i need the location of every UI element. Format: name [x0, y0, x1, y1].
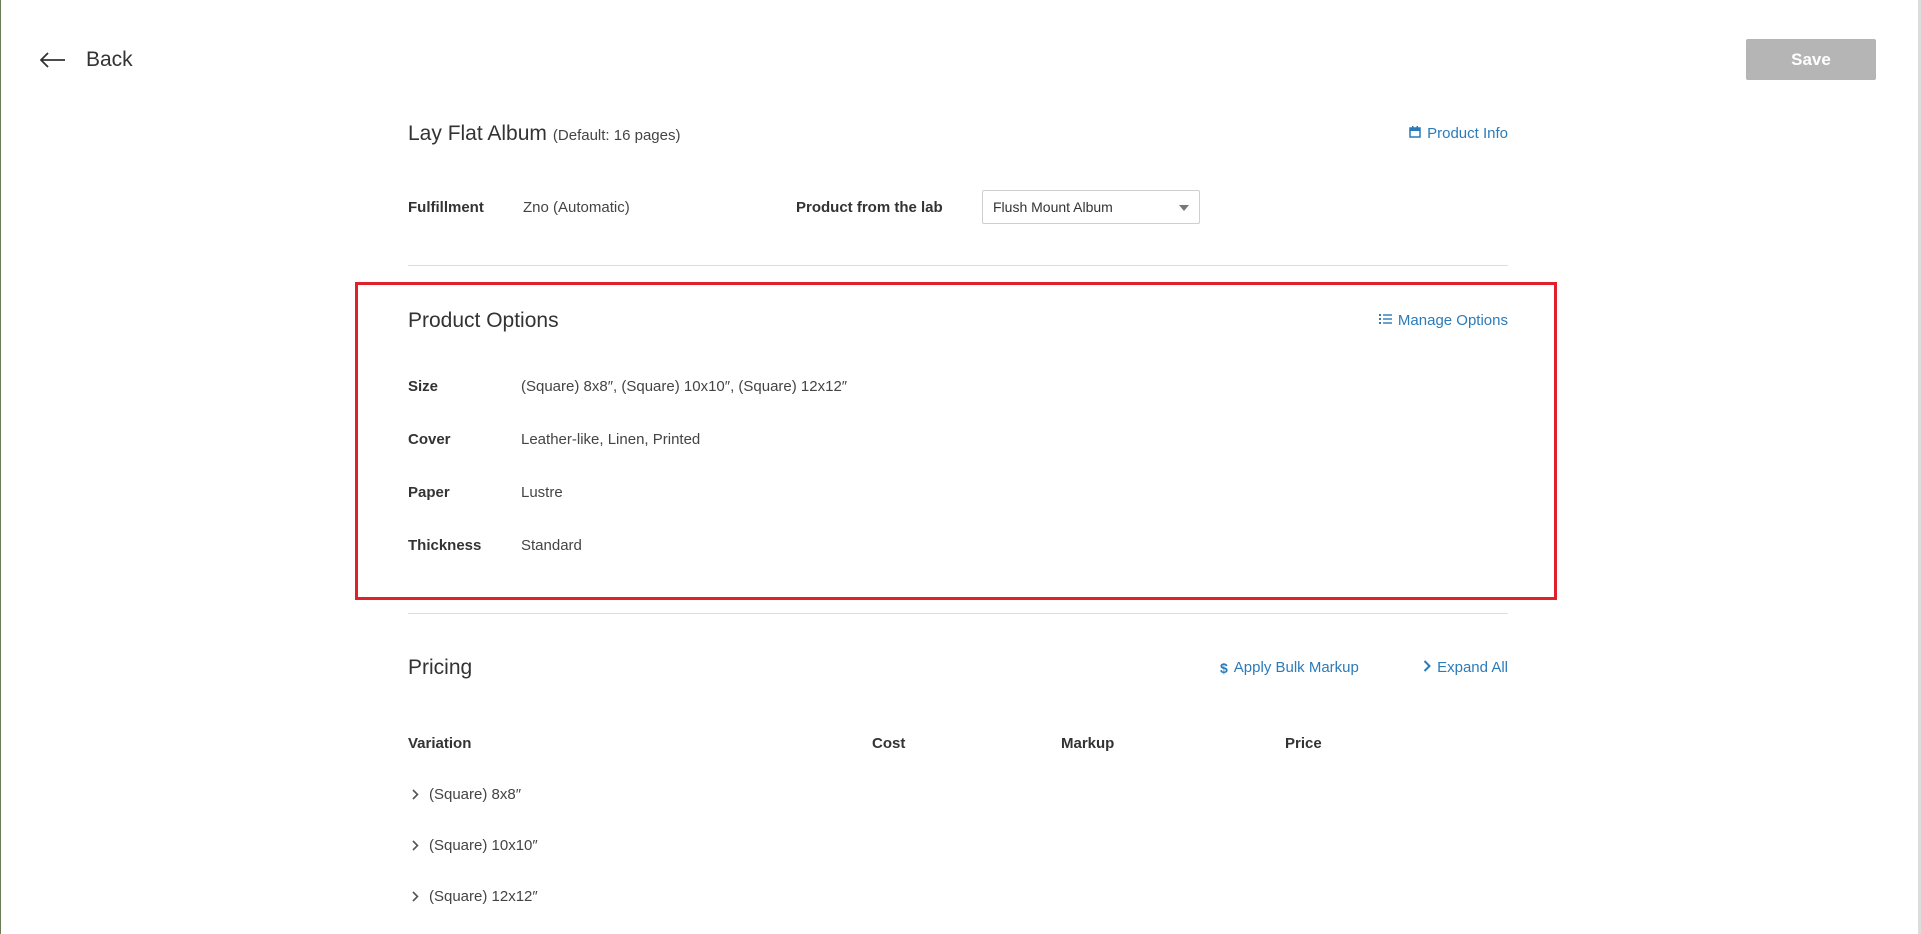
variation-label: (Square) 12x12″	[429, 888, 538, 905]
arrow-left-icon	[40, 52, 66, 68]
product-header: Lay Flat Album (Default: 16 pages)	[408, 122, 680, 146]
manage-options-link[interactable]: Manage Options	[1378, 312, 1508, 329]
variation-label: (Square) 8x8″	[429, 786, 522, 803]
option-value-size: (Square) 8x8″, (Square) 10x10″, (Square)…	[521, 378, 848, 395]
list-icon	[1378, 312, 1392, 329]
lab-product-selected: Flush Mount Album	[993, 199, 1113, 215]
product-options-title: Product Options	[408, 309, 559, 332]
divider	[408, 265, 1508, 266]
divider	[408, 613, 1508, 614]
default-pages-note: (Default: 16 pages)	[552, 127, 681, 144]
variation-row[interactable]: (Square) 10x10″	[412, 837, 538, 854]
lab-product-label: Product from the lab	[796, 199, 943, 216]
product-info-label: Product Info	[1427, 125, 1508, 142]
variation-row[interactable]: (Square) 12x12″	[412, 888, 538, 905]
fulfillment-value: Zno (Automatic)	[523, 199, 630, 216]
lab-product-select[interactable]: Flush Mount Album	[982, 190, 1200, 224]
manage-options-label: Manage Options	[1397, 312, 1508, 329]
chevron-right-icon	[412, 891, 419, 902]
save-button[interactable]: Save	[1746, 39, 1876, 80]
back-button[interactable]: Back	[40, 46, 133, 74]
chevron-right-icon	[412, 789, 419, 800]
option-value-thickness: Standard	[521, 537, 582, 554]
chevron-right-icon	[1423, 659, 1432, 676]
chevron-right-icon	[412, 840, 419, 851]
apply-bulk-markup-link[interactable]: $ Apply Bulk Markup	[1220, 659, 1359, 676]
option-label-size: Size	[408, 378, 439, 395]
pricing-title: Pricing	[408, 656, 473, 679]
option-value-paper: Lustre	[521, 484, 563, 501]
column-header-price: Price	[1285, 735, 1322, 752]
column-header-markup: Markup	[1061, 735, 1115, 752]
caret-down-icon	[1179, 205, 1189, 211]
expand-all-link[interactable]: Expand All	[1423, 659, 1508, 676]
option-label-cover: Cover	[408, 431, 451, 448]
fulfillment-label: Fulfillment	[408, 199, 484, 216]
option-label-thickness: Thickness	[408, 537, 482, 554]
expand-all-label: Expand All	[1437, 659, 1508, 676]
product-info-link[interactable]: Product Info	[1409, 125, 1508, 142]
option-label-paper: Paper	[408, 484, 450, 501]
variation-row[interactable]: (Square) 8x8″	[412, 786, 521, 803]
dollar-icon: $	[1220, 659, 1228, 676]
option-value-cover: Leather-like, Linen, Printed	[521, 431, 701, 448]
back-label: Back	[86, 48, 133, 71]
column-header-variation: Variation	[408, 735, 472, 752]
variation-label: (Square) 10x10″	[429, 837, 538, 854]
window-left-edge	[0, 0, 1, 934]
column-header-cost: Cost	[872, 735, 906, 752]
product-title: Lay Flat Album	[408, 122, 547, 145]
apply-bulk-markup-label: Apply Bulk Markup	[1233, 659, 1359, 676]
calendar-icon	[1409, 125, 1421, 142]
